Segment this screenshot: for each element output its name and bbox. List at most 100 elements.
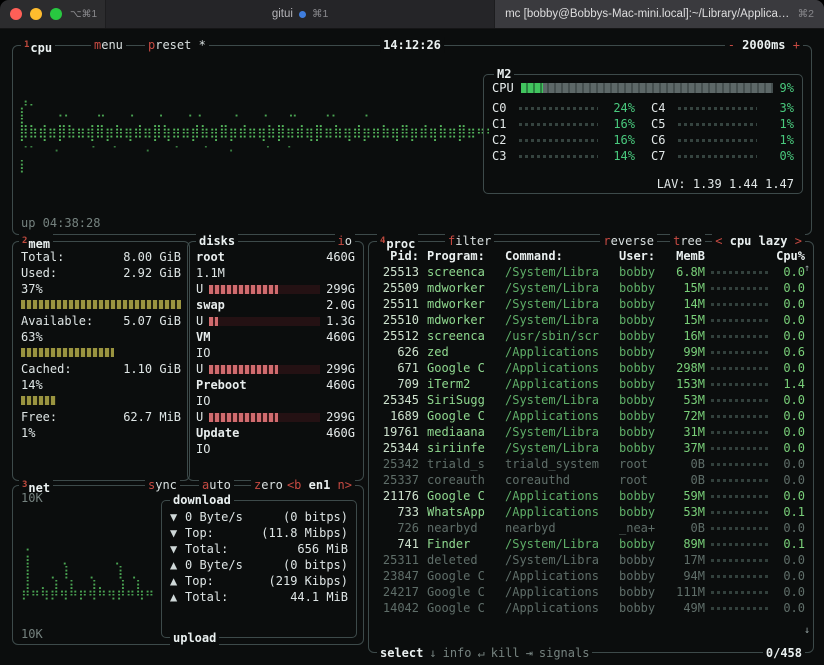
table-row[interactable]: 1689 Google C /Applications bobby 72M 0.… xyxy=(377,408,805,424)
close-button[interactable] xyxy=(10,8,22,20)
cell-user: root xyxy=(619,456,665,472)
table-row[interactable]: 25311 deleted /System/Libra bobby 17M 0.… xyxy=(377,552,805,568)
header-command[interactable]: Command: xyxy=(505,248,611,264)
select-key[interactable]: select xyxy=(380,645,423,661)
cell-pid: 14042 xyxy=(377,600,419,616)
cpu-detail-box: M2 CPU 9% C0 24% C1 16% C2 xyxy=(483,74,803,194)
cpu-total-percent: 9% xyxy=(780,80,794,96)
cell-memb: 94M xyxy=(665,568,705,584)
minimize-button[interactable] xyxy=(30,8,42,20)
reverse-button[interactable]: reverse xyxy=(600,233,657,249)
tab-mc[interactable]: mc [bobby@Bobbys-Mac-mini.local]:~/Libra… xyxy=(494,0,824,28)
table-row[interactable]: 25345 SiriSugg /System/Libra bobby 53M 0… xyxy=(377,392,805,408)
filter-button[interactable]: filter xyxy=(445,233,494,249)
net-stat-label: Top: xyxy=(185,573,214,589)
header-program[interactable]: Program: xyxy=(427,248,497,264)
table-row[interactable]: 14042 Google C /Applications bobby 49M 0… xyxy=(377,600,805,616)
proc-table-header: Pid: Program: Command: User: MemB Cpu% xyxy=(377,248,805,264)
cell-command: /Applications xyxy=(505,360,611,376)
sync-button[interactable]: sync xyxy=(145,477,180,493)
cell-cpu: 0.0 xyxy=(775,264,805,280)
core-row: C6 1% xyxy=(651,132,794,148)
net-graph-row: ⠋⠉⠙⠋⠙⠉⠋⠙⠉⠙⠋⠉⠙⠉⠁ xyxy=(21,594,155,608)
net-stat-value: (0 bitps) xyxy=(283,557,348,573)
cell-command: /System/Libra xyxy=(505,312,611,328)
interface-switch[interactable]: <b en1 n> xyxy=(284,477,355,493)
cell-command: triald_system xyxy=(505,456,611,472)
table-row[interactable]: 25510 mdworker /System/Libra bobby 15M 0… xyxy=(377,312,805,328)
cell-leader xyxy=(711,559,769,562)
disk-name-row: swap2.0G xyxy=(196,297,355,313)
cell-leader xyxy=(711,495,769,498)
table-row[interactable]: 19761 mediaana /System/Libra bobby 31M 0… xyxy=(377,424,805,440)
table-row[interactable]: 25512 screenca /usr/sbin/scr bobby 16M 0… xyxy=(377,328,805,344)
cell-user: bobby xyxy=(619,264,665,280)
tree-button[interactable]: tree xyxy=(670,233,705,249)
table-row[interactable]: 25337 coreauth coreauthd root 0B 0.0 xyxy=(377,472,805,488)
table-row[interactable]: 733 WhatsApp /Applications bobby 53M 0.1 xyxy=(377,504,805,520)
direction-arrow-icon: ▲ xyxy=(170,589,185,605)
table-row[interactable]: 626 zed /Applications bobby 99M 0.6 xyxy=(377,344,805,360)
info-key[interactable]: info xyxy=(443,645,472,661)
io-toggle-button[interactable]: io xyxy=(335,233,355,249)
sort-value: cpu lazy xyxy=(730,234,788,248)
cell-leader xyxy=(711,319,769,322)
core-meter xyxy=(519,107,598,110)
cell-cpu: 0.0 xyxy=(775,312,805,328)
cell-command: /Applications xyxy=(505,568,611,584)
cell-cpu: 0.0 xyxy=(775,280,805,296)
cell-user: bobby xyxy=(619,296,665,312)
cell-program: screenca xyxy=(427,264,497,280)
cell-program: siriinfe xyxy=(427,440,497,456)
cell-user: bobby xyxy=(619,440,665,456)
sort-next-button[interactable]: > xyxy=(795,234,802,248)
disks-panel: disks io root460G 1.1M U299G swap2.0G U1… xyxy=(187,241,364,481)
net-stat-value: (219 Kibps) xyxy=(269,573,348,589)
scroll-down-icon[interactable]: ↓ xyxy=(804,626,810,636)
cell-program: Google C xyxy=(427,584,497,600)
cell-leader xyxy=(711,479,769,482)
table-row[interactable]: 25513 screenca /System/Libra bobby 6.8M … xyxy=(377,264,805,280)
sort-prev-button[interactable]: < xyxy=(715,234,722,248)
cell-command: /System/Libra xyxy=(505,440,611,456)
header-cpu[interactable]: Cpu% xyxy=(775,248,805,264)
table-row[interactable]: 25509 mdworker /System/Libra bobby 15M 0… xyxy=(377,280,805,296)
mem-cached-percent: 14% xyxy=(21,377,181,393)
cell-cpu: 0.0 xyxy=(775,584,805,600)
table-row[interactable]: 23847 Google C /Applications bobby 94M 0… xyxy=(377,568,805,584)
table-row[interactable]: 25511 mdworker /System/Libra bobby 14M 0… xyxy=(377,296,805,312)
table-row[interactable]: 726 nearbyd nearbyd _nea+ 0B 0.0 xyxy=(377,520,805,536)
cell-command: /Applications xyxy=(505,376,611,392)
kill-key[interactable]: kill xyxy=(491,645,520,661)
zoom-button[interactable] xyxy=(50,8,62,20)
disk-io-activity: IO xyxy=(196,345,355,361)
table-row[interactable]: 21176 Google C /Applications bobby 59M 0… xyxy=(377,488,805,504)
cell-user: bobby xyxy=(619,312,665,328)
header-user[interactable]: User: xyxy=(619,248,665,264)
cell-user: bobby xyxy=(619,568,665,584)
net-stats: ▼ 0 Byte/s (0 bitps) ▼ Top: (11.8 Mibps)… xyxy=(162,501,356,605)
cell-program: Google C xyxy=(427,360,497,376)
table-row[interactable]: 24217 Google C /Applications bobby 111M … xyxy=(377,584,805,600)
tab-gitui[interactable]: gitui ⌘1 xyxy=(105,0,494,28)
cell-leader xyxy=(711,591,769,594)
auto-button[interactable]: auto xyxy=(199,477,234,493)
table-row[interactable]: 671 Google C /Applications bobby 298M 0.… xyxy=(377,360,805,376)
table-row[interactable]: 25344 siriinfe /System/Libra bobby 37M 0… xyxy=(377,440,805,456)
rate-increase-button[interactable]: + xyxy=(793,38,800,52)
scroll-up-icon[interactable]: ↑ xyxy=(804,264,810,274)
table-row[interactable]: 709 iTerm2 /Applications bobby 153M 1.4 xyxy=(377,376,805,392)
header-memb[interactable]: MemB xyxy=(665,248,705,264)
proc-selection-count: 0/458 xyxy=(763,645,805,661)
cell-memb: 111M xyxy=(665,584,705,600)
rate-decrease-button[interactable]: - xyxy=(728,38,735,52)
cpu-usage-graph: ⢀⡎⠁ ⢀⡀ ⣀ ⡀ ⢀ ⡀⡀ ⢀ ⡀ ⣀ ⢀⡀ ⡀⣧⣄⣠⣀⣤⣄⣀⣠⣤⣀⣄⣀⣠⣀… xyxy=(19,90,489,174)
core-percent: 14% xyxy=(603,148,635,164)
signals-key[interactable]: signals xyxy=(539,645,590,661)
table-row[interactable]: 25342 triald_s triald_system root 0B 0.0 xyxy=(377,456,805,472)
menu-button[interactable]: menu xyxy=(91,37,126,53)
zero-button[interactable]: zero xyxy=(251,477,286,493)
preset-button[interactable]: preset * xyxy=(145,37,209,53)
table-row[interactable]: 741 Finder /System/Libra bobby 89M 0.1 xyxy=(377,536,805,552)
cell-pid: 25512 xyxy=(377,328,419,344)
